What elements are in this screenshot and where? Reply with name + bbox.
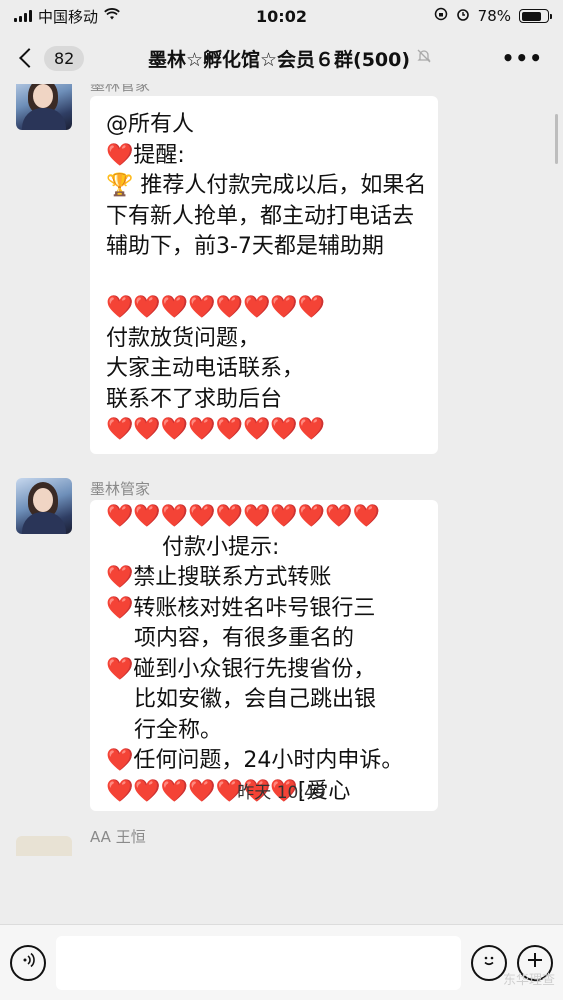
signal-icon <box>14 10 32 22</box>
watermark: 东华理查 <box>502 973 555 988</box>
alarm-icon <box>456 7 470 25</box>
back-button[interactable]: 82 <box>14 45 85 71</box>
message-item: 墨林管家 @所有人 ❤️提醒: 🏆 推荐人付款完成以后，如果名 下有新人抢单，都… <box>16 84 438 454</box>
input-bar: 东华理查 <box>0 924 563 1000</box>
status-left: 中国移动 <box>14 6 120 27</box>
battery-fill <box>521 11 541 21</box>
orientation-lock-icon <box>434 7 448 25</box>
carrier-label: 中国移动 <box>38 7 99 26</box>
message-timestamp: 昨天 10:49 <box>237 783 326 803</box>
chat-title-text: 墨林☆孵化馆☆会员６群(500) <box>147 48 411 71</box>
message-bubble[interactable]: ❤️❤️❤️❤️❤️❤️❤️❤️❤️❤️ 付款小提示: ❤️禁止搜联系方式转账 … <box>90 500 438 811</box>
mute-bell-icon <box>416 48 432 68</box>
status-bar: 中国移动 10:02 78% <box>0 0 563 32</box>
avatar[interactable] <box>16 84 72 130</box>
message-content: 墨林管家 ❤️❤️❤️❤️❤️❤️❤️❤️❤️❤️ 付款小提示: ❤️禁止搜联系… <box>90 478 438 811</box>
sender-name: 墨林管家 <box>90 480 151 498</box>
avatar[interactable] <box>16 836 72 856</box>
message-content: 墨林管家 @所有人 ❤️提醒: 🏆 推荐人付款完成以后，如果名 下有新人抢单，都… <box>90 84 438 454</box>
battery-icon <box>519 9 552 23</box>
sender-name: 墨林管家 <box>90 84 151 94</box>
chat-header: 82 墨林☆孵化馆☆会员６群(500) ••• <box>0 32 563 84</box>
emoji-button[interactable] <box>471 944 507 981</box>
message-item: AA 王恒 <box>16 826 146 856</box>
wifi-icon <box>104 8 120 24</box>
voice-icon <box>19 951 37 974</box>
sender-name: AA 王恒 <box>90 828 146 846</box>
voice-input-button[interactable] <box>10 944 46 981</box>
more-options-button[interactable]: ••• <box>496 46 549 70</box>
message-input[interactable] <box>56 935 461 990</box>
message-bubble[interactable]: @所有人 ❤️提醒: 🏆 推荐人付款完成以后，如果名 下有新人抢单，都主动打电话… <box>90 96 438 454</box>
status-right: 78% <box>434 7 552 25</box>
scrollbar[interactable] <box>555 114 558 164</box>
battery-percent: 78% <box>477 7 511 25</box>
chevron-left-icon <box>19 48 39 68</box>
unread-count-badge: 82 <box>44 45 85 71</box>
emoji-icon <box>479 950 499 975</box>
avatar[interactable] <box>16 478 72 534</box>
chat-title[interactable]: 墨林☆孵化馆☆会员６群(500) <box>84 45 495 72</box>
message-item: 墨林管家 ❤️❤️❤️❤️❤️❤️❤️❤️❤️❤️ 付款小提示: ❤️禁止搜联系… <box>16 478 438 811</box>
chat-messages[interactable]: 墨林管家 @所有人 ❤️提醒: 🏆 推荐人付款完成以后，如果名 下有新人抢单，都… <box>0 84 563 924</box>
